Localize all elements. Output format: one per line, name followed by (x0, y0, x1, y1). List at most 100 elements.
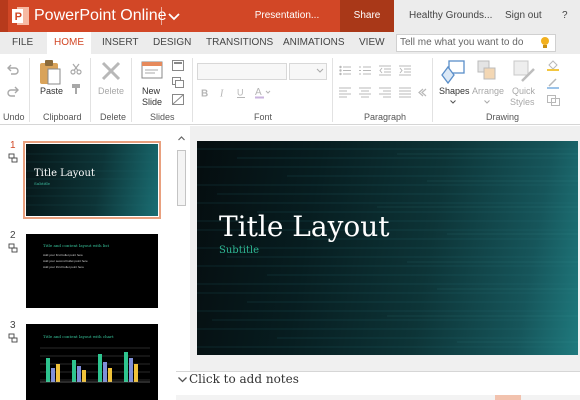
app-name[interactable]: PowerPoint Online (34, 6, 167, 26)
tab-file[interactable]: FILE (12, 32, 33, 54)
status-indicator[interactable] (495, 395, 521, 400)
underline-icon[interactable]: U (236, 87, 246, 98)
arrange-icon[interactable] (476, 59, 498, 83)
group-divider (90, 58, 91, 122)
chevron-down-icon[interactable] (177, 375, 188, 384)
slide-number: 3 (10, 320, 16, 331)
thumbnail-1-title: Title Layout (34, 168, 95, 179)
group-label-slides: Slides (150, 112, 175, 122)
group-label-font: Font (254, 112, 273, 122)
italic-icon[interactable]: I (218, 87, 228, 99)
tell-me-placeholder: Tell me what you want to do (400, 37, 524, 48)
powerpoint-logo-icon: P (12, 7, 29, 25)
title-divider (161, 7, 162, 25)
delete-icon[interactable] (100, 60, 122, 82)
share-button[interactable]: Share (340, 0, 394, 32)
quick-styles-icon[interactable] (512, 59, 536, 83)
chevron-down-icon (450, 100, 456, 104)
slide-title[interactable]: Title Layout (219, 210, 390, 243)
duplicate-slide-icon[interactable] (172, 77, 184, 88)
chevron-down-icon (316, 68, 324, 73)
slide-number: 2 (10, 230, 16, 241)
group-label-paragraph: Paragraph (364, 112, 407, 122)
slide-number: 1 (10, 140, 16, 151)
thumbnail-texture (26, 153, 158, 206)
align-left-icon[interactable] (339, 87, 351, 98)
slide-comment-icon (8, 333, 18, 343)
undo-icon[interactable] (6, 63, 20, 77)
svg-text:U: U (237, 88, 244, 98)
quick-styles-label-line2[interactable]: Styles (510, 97, 535, 108)
hide-slide-icon[interactable] (172, 94, 184, 105)
font-color-icon[interactable]: A (254, 86, 272, 99)
duplicate-shape-icon[interactable] (547, 95, 561, 106)
group-divider (192, 58, 193, 122)
group-label-drawing: Drawing (486, 112, 520, 122)
scrollbar-thumb[interactable] (177, 150, 186, 206)
new-slide-label-line2[interactable]: Slide (142, 97, 162, 108)
thumbnail-2-bullet: Add your first bullet point here (43, 253, 83, 257)
new-slide-label-line1[interactable]: New (142, 86, 160, 97)
thumbnail-2-title: Title and content layout with list (43, 243, 110, 248)
shapes-icon[interactable] (440, 59, 466, 85)
shape-fill-icon[interactable] (547, 60, 561, 71)
group-label-clipboard: Clipboard (43, 112, 82, 122)
increase-indent-icon[interactable] (399, 65, 411, 76)
align-center-icon[interactable] (359, 87, 371, 98)
numbering-icon[interactable] (359, 65, 371, 76)
bullets-icon[interactable] (339, 65, 351, 76)
sign-out-link[interactable]: Sign out (505, 0, 542, 32)
slide-layout-icon[interactable] (172, 60, 184, 71)
group-label-undo: Undo (3, 112, 25, 122)
tab-view[interactable]: VIEW (359, 32, 385, 54)
text-direction-icon[interactable] (417, 87, 427, 98)
slide-subtitle[interactable]: Subtitle (219, 245, 259, 256)
svg-text:B: B (201, 89, 208, 99)
svg-text:I: I (219, 89, 224, 99)
align-right-icon[interactable] (379, 87, 391, 98)
quick-styles-label-line1[interactable]: Quick (512, 86, 535, 97)
decrease-indent-icon[interactable] (379, 65, 391, 76)
thumbnail-1-subtitle: Subtitle (34, 181, 51, 186)
svg-text:P: P (15, 11, 22, 23)
chevron-down-icon[interactable] (167, 9, 181, 23)
tab-home[interactable]: HOME (47, 32, 91, 54)
shape-outline-icon[interactable] (547, 78, 561, 89)
thumbnail-2-bullet: Add your second bullet point here (43, 259, 88, 263)
format-painter-icon[interactable] (70, 83, 82, 95)
chevron-down-icon (484, 100, 490, 104)
lightbulb-icon (541, 37, 549, 48)
group-divider (432, 58, 433, 122)
group-divider (131, 58, 132, 122)
document-name[interactable]: Presentation... (236, 0, 338, 32)
group-label-delete: Delete (100, 112, 127, 122)
thumbnail-3-title: Title and content layout with chart (43, 334, 114, 339)
tab-insert[interactable]: INSERT (102, 32, 139, 54)
justify-icon[interactable] (399, 87, 411, 98)
paste-label[interactable]: Paste (40, 86, 63, 97)
tab-design[interactable]: DESIGN (153, 32, 191, 54)
delete-label[interactable]: Delete (98, 86, 124, 97)
slide-comment-icon (8, 243, 18, 253)
slide-comment-icon (8, 153, 18, 163)
group-divider (332, 58, 333, 122)
powerpoint-online-window: P PowerPoint Online Presentation... Shar… (0, 0, 580, 400)
arrange-label[interactable]: Arrange (472, 86, 504, 97)
slide-thumbnail-1[interactable] (26, 144, 158, 216)
tab-animations[interactable]: ANIMATIONS (283, 32, 344, 54)
notes-placeholder[interactable]: Click to add notes (189, 371, 299, 387)
font-name-combobox[interactable] (197, 63, 287, 80)
svg-text:A: A (255, 87, 262, 98)
new-slide-icon[interactable] (141, 59, 163, 81)
paste-icon[interactable] (38, 59, 62, 85)
group-divider (29, 58, 30, 122)
tab-transitions[interactable]: TRANSITIONS (206, 32, 273, 54)
cut-icon[interactable] (70, 63, 82, 75)
scroll-up-icon[interactable] (177, 134, 186, 143)
user-name[interactable]: Healthy Grounds... (409, 0, 492, 32)
redo-icon[interactable] (6, 85, 20, 99)
shapes-label[interactable]: Shapes (439, 86, 470, 97)
bold-icon[interactable]: B (200, 87, 210, 99)
app-launcher-button[interactable] (0, 0, 8, 32)
help-button[interactable]: ? (562, 0, 568, 32)
